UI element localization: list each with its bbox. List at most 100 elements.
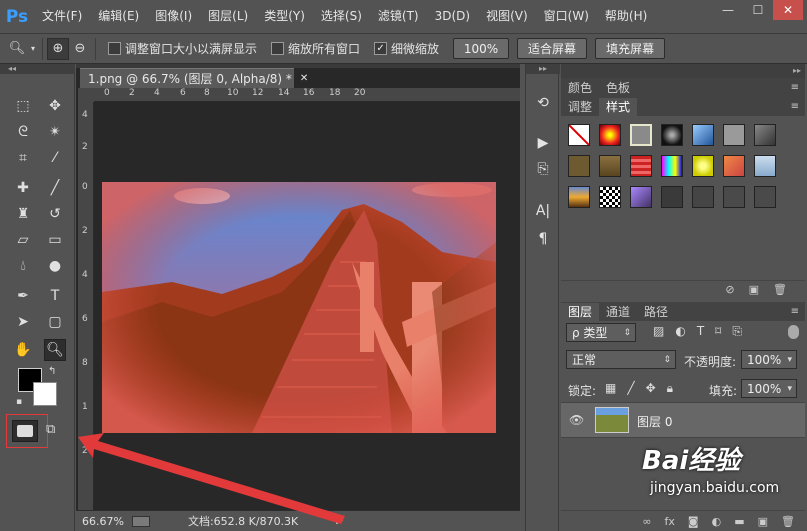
filter-adjustment-icon[interactable]: ◐: [675, 324, 685, 339]
tab-channels[interactable]: 通道: [599, 303, 637, 321]
lock-transparent-icon[interactable]: ▦: [605, 381, 616, 396]
magic-wand-icon[interactable]: ✴: [44, 121, 66, 143]
style-swatch[interactable]: [723, 155, 745, 177]
document-tab[interactable]: 1.png @ 66.7% (图层 0, Alpha/8) * ✕: [80, 68, 308, 88]
delete-layer-icon[interactable]: 🗑︎: [781, 515, 795, 528]
menu-filter[interactable]: 滤镜(T): [370, 0, 427, 33]
swap-colors-icon[interactable]: ↰: [48, 366, 56, 377]
filter-type-icon[interactable]: T: [697, 324, 704, 339]
menu-file[interactable]: 文件(F): [34, 0, 90, 33]
actions-panel-icon[interactable]: ▶: [531, 132, 555, 154]
opacity-field[interactable]: 100% ▾: [741, 350, 797, 369]
type-tool-icon[interactable]: T: [44, 285, 66, 307]
blur-tool-icon[interactable]: 💧︎: [12, 255, 34, 277]
default-colors-icon[interactable]: ▪: [16, 397, 22, 407]
horizontal-ruler[interactable]: 0 2 4 6 8 10 12 14 16 18 20: [94, 88, 520, 102]
blend-mode-dropdown[interactable]: 正常 ⇕: [566, 350, 676, 369]
zoom-out-icon[interactable]: ⊖: [69, 38, 91, 60]
tab-adjustments[interactable]: 调整: [561, 98, 599, 116]
adjustment-layer-icon[interactable]: ◐: [712, 515, 722, 528]
style-swatch[interactable]: [692, 124, 714, 146]
vertical-ruler[interactable]: 4 2 0 2 4 6 8 1 2: [78, 102, 94, 510]
menu-edit[interactable]: 编辑(E): [90, 0, 147, 33]
document-canvas[interactable]: [102, 182, 496, 433]
style-swatch[interactable]: [599, 124, 621, 146]
checkbox-box[interactable]: [271, 42, 285, 55]
brush-tool-icon[interactable]: ╱: [44, 177, 66, 199]
clear-style-icon[interactable]: ⊘: [725, 283, 734, 296]
panel-menu-icon[interactable]: ≡: [791, 79, 805, 97]
filter-pixel-icon[interactable]: ▨: [653, 324, 664, 339]
tab-paths[interactable]: 路径: [637, 303, 675, 321]
style-swatch[interactable]: [661, 186, 683, 208]
resize-windows-checkbox[interactable]: 调整窗口大小以满屏显示: [108, 40, 257, 57]
style-swatch[interactable]: [630, 155, 652, 177]
fill-field[interactable]: 100% ▾: [741, 379, 797, 398]
add-mask-icon[interactable]: ◙: [688, 515, 699, 528]
lock-all-icon[interactable]: 🔒︎: [667, 381, 673, 396]
fill-screen-button[interactable]: 填充屏幕: [595, 38, 666, 59]
clone-stamp-icon[interactable]: ♜: [12, 203, 34, 225]
filter-smart-icon[interactable]: ⎘: [732, 324, 742, 339]
ruler-corner[interactable]: [78, 88, 94, 102]
menu-layer[interactable]: 图层(L): [200, 0, 256, 33]
status-preview-icon[interactable]: [131, 515, 150, 527]
filter-toggle[interactable]: [788, 325, 799, 339]
zoom-tool-preset-icon[interactable]: 🔍︎: [6, 38, 28, 60]
fit-screen-button[interactable]: 适合屏幕: [517, 38, 588, 59]
delete-style-icon[interactable]: 🗑︎: [773, 283, 787, 296]
zoom-in-icon[interactable]: ⊕: [47, 37, 69, 60]
style-swatch[interactable]: [723, 124, 745, 146]
dodge-tool-icon[interactable]: ●: [44, 255, 66, 277]
layer-filter-dropdown[interactable]: ρ 类型 ⇕: [566, 323, 636, 342]
panel-menu-icon[interactable]: ≡: [791, 303, 805, 321]
menu-help[interactable]: 帮助(H): [597, 0, 655, 33]
style-swatch-selected[interactable]: [630, 124, 652, 146]
scrubby-zoom-checkbox[interactable]: ✓ 细微缩放: [374, 40, 439, 57]
layer-row[interactable]: 👁︎ 图层 0: [561, 402, 805, 438]
lock-position-icon[interactable]: ✥: [646, 381, 656, 396]
checkbox-box[interactable]: [108, 42, 121, 55]
pen-tool-icon[interactable]: ✒: [12, 285, 34, 307]
style-swatch[interactable]: [568, 186, 590, 208]
marquee-tool-icon[interactable]: ⬚: [12, 95, 34, 117]
layer-name[interactable]: 图层 0: [637, 413, 672, 430]
style-swatch[interactable]: [692, 186, 714, 208]
zoom-tool-icon[interactable]: 🔍︎: [44, 339, 66, 361]
new-group-icon[interactable]: ▬: [734, 515, 744, 528]
move-tool-icon[interactable]: ✥: [44, 95, 66, 117]
strip-collapse-handle[interactable]: ▸▸: [526, 64, 560, 74]
zoom-readout[interactable]: 66.67%: [82, 515, 124, 528]
link-layers-icon[interactable]: ∞: [642, 515, 651, 528]
maximize-button[interactable]: ☐: [743, 0, 773, 20]
eraser-tool-icon[interactable]: ▱: [12, 229, 34, 251]
style-swatch[interactable]: [599, 186, 621, 208]
path-selection-icon[interactable]: ➤: [12, 311, 34, 333]
style-swatch[interactable]: [661, 124, 683, 146]
menu-window[interactable]: 窗口(W): [536, 0, 597, 33]
checkbox-checked[interactable]: ✓: [374, 42, 388, 55]
properties-panel-icon[interactable]: ⎘: [531, 158, 555, 180]
visibility-eye-icon[interactable]: 👁︎: [569, 413, 584, 427]
screen-mode-icon[interactable]: ⧉: [46, 422, 66, 440]
healing-brush-icon[interactable]: ✚: [12, 177, 34, 199]
menu-type[interactable]: 类型(Y): [256, 0, 313, 33]
lasso-tool-icon[interactable]: ᘓ: [12, 121, 34, 143]
tab-color[interactable]: 颜色: [561, 79, 599, 97]
hand-tool-icon[interactable]: ✋: [12, 339, 34, 361]
history-panel-icon[interactable]: ⟲: [531, 92, 555, 114]
style-swatch[interactable]: [630, 186, 652, 208]
tab-layers[interactable]: 图层: [561, 303, 600, 321]
rectangle-tool-icon[interactable]: ▢: [44, 311, 66, 333]
quick-mask-icon[interactable]: [12, 420, 38, 442]
lock-pixels-icon[interactable]: ╱: [627, 381, 634, 396]
close-tab-icon[interactable]: ✕: [300, 73, 308, 84]
zoom-all-checkbox[interactable]: 缩放所有窗口: [271, 40, 360, 57]
tab-swatches[interactable]: 色板: [599, 79, 637, 97]
style-swatch[interactable]: [568, 155, 590, 177]
tab-styles[interactable]: 样式: [599, 98, 638, 116]
history-brush-icon[interactable]: ↺: [44, 203, 66, 225]
crop-tool-icon[interactable]: ⌗: [12, 147, 34, 169]
panel-collapse-handle[interactable]: ▸▸: [561, 64, 805, 78]
style-swatch[interactable]: [692, 155, 714, 177]
